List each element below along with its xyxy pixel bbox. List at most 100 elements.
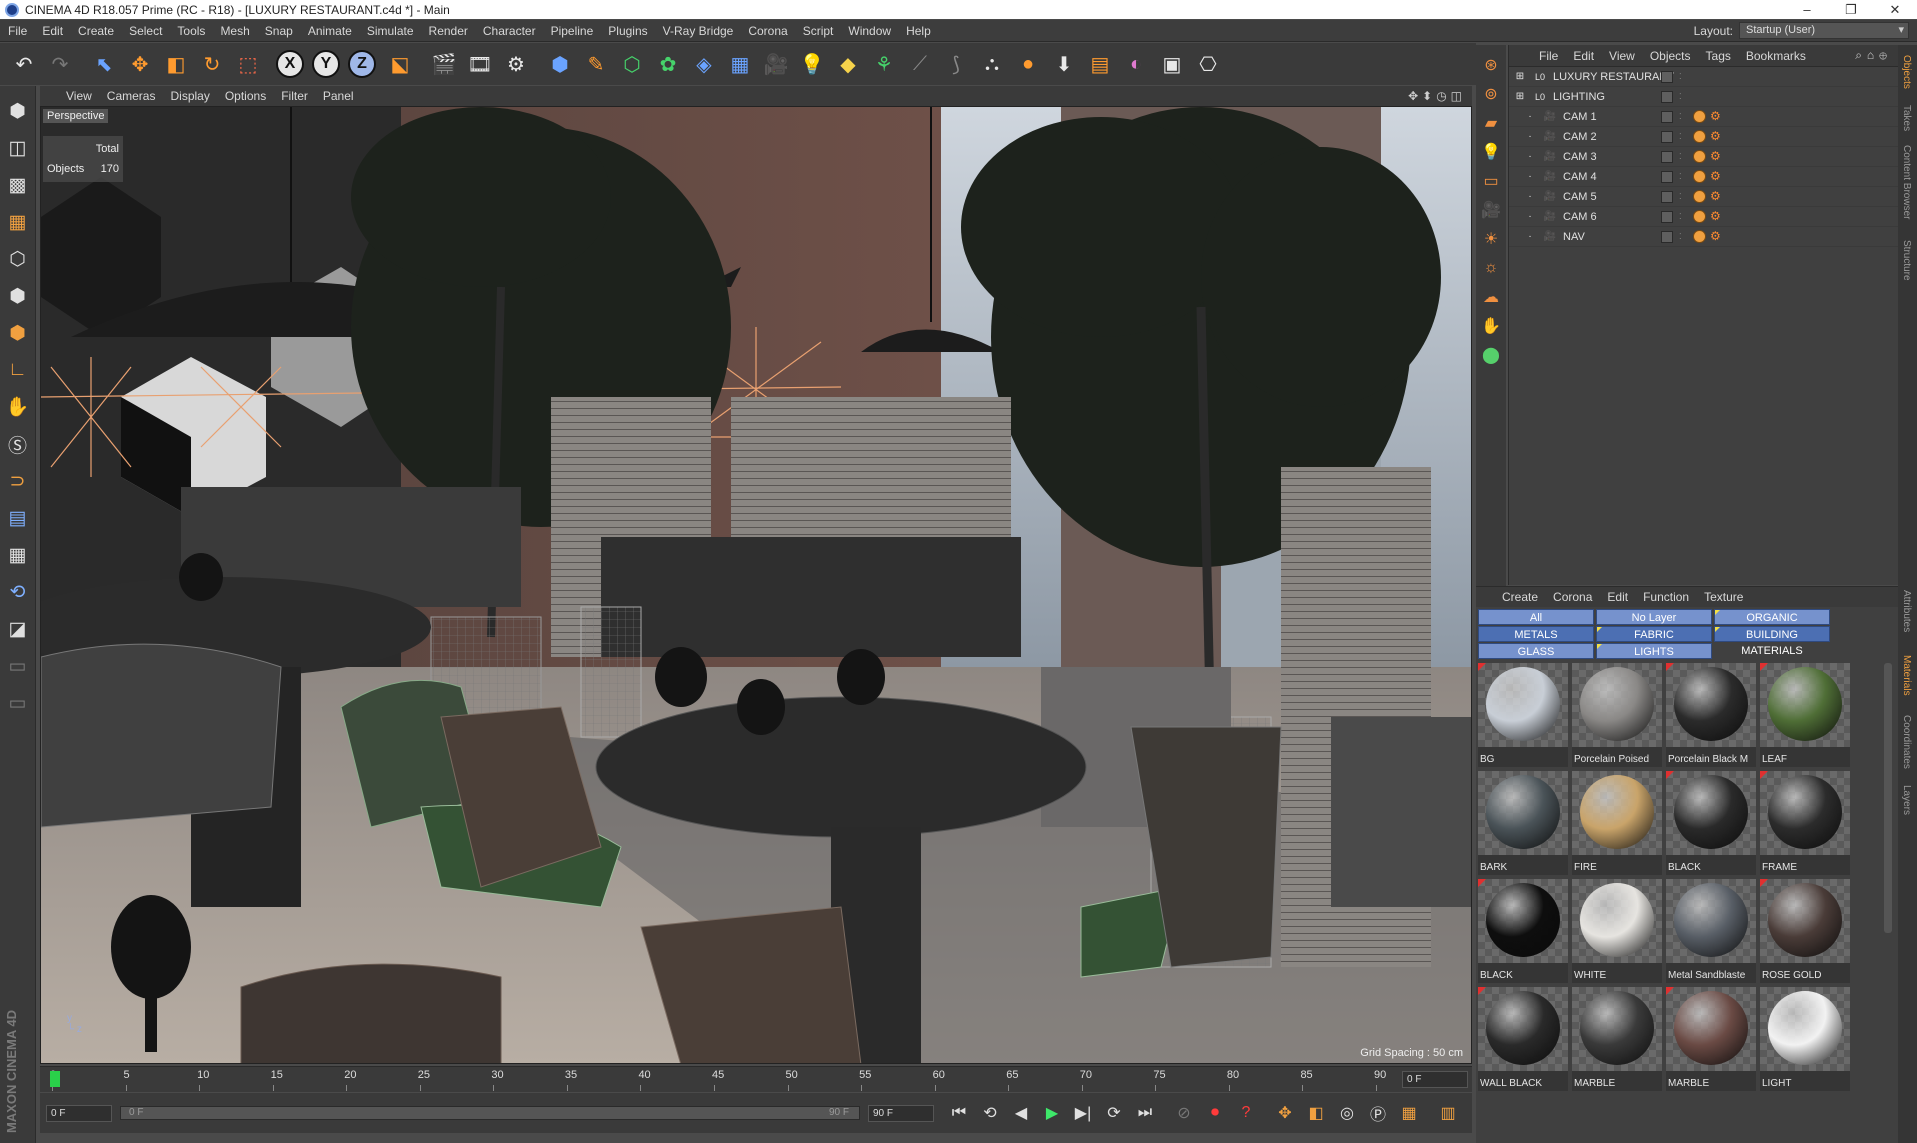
- layout-select[interactable]: Startup (User): [1739, 22, 1909, 39]
- protection-tag-icon[interactable]: [1693, 210, 1706, 223]
- layer-filter-fabric[interactable]: FABRIC: [1596, 626, 1712, 642]
- material-swatch[interactable]: ROSE GOLD: [1760, 879, 1850, 983]
- protection-tag-icon[interactable]: [1693, 230, 1706, 243]
- viewport-menu-view[interactable]: View: [66, 89, 92, 103]
- menu-corona[interactable]: Corona: [748, 24, 787, 38]
- side-tab[interactable]: Structure: [1901, 240, 1912, 281]
- visibility-dots-icon[interactable]: ⁚: [1679, 132, 1687, 141]
- corona-render-icon[interactable]: ⊚: [1479, 82, 1503, 106]
- viewport-camera-label[interactable]: Perspective: [43, 109, 109, 123]
- corona-camera-tag-icon[interactable]: ⚙: [1710, 190, 1724, 203]
- side-tab[interactable]: Content Browser: [1901, 145, 1912, 219]
- snap-icon[interactable]: Ⓢ: [3, 429, 33, 459]
- y-axis-lock-icon[interactable]: Y: [312, 50, 340, 78]
- record-keys-icon[interactable]: ⊘: [1170, 1099, 1198, 1127]
- axis-mode-icon[interactable]: ∟: [3, 355, 33, 385]
- object-name[interactable]: LUXURY RESTAURANT: [1553, 71, 1674, 83]
- material-swatch[interactable]: BLACK: [1478, 879, 1568, 983]
- xpresso-icon[interactable]: ⚘: [868, 48, 900, 80]
- max-time-field[interactable]: 90 F: [868, 1104, 934, 1122]
- live-selection-icon[interactable]: ⬉: [88, 48, 120, 80]
- autokey-icon[interactable]: ?: [1232, 1099, 1260, 1127]
- om-search-home-icons[interactable]: ⌕⌂⊕: [1855, 48, 1892, 63]
- layer-color-swatch[interactable]: [1661, 230, 1673, 243]
- protection-tag-icon[interactable]: [1693, 150, 1706, 163]
- layer-color-swatch[interactable]: [1661, 110, 1673, 123]
- layer-filter-all[interactable]: All: [1478, 609, 1594, 625]
- preview-range-slider[interactable]: 0 F 90 F: [120, 1106, 860, 1120]
- mm-menu-function[interactable]: Function: [1643, 590, 1689, 604]
- object-name[interactable]: CAM 4: [1563, 171, 1597, 183]
- magnet-icon[interactable]: ⊃: [3, 466, 33, 496]
- layer-filter-lights[interactable]: LIGHTS: [1596, 643, 1712, 659]
- material-swatch[interactable]: MARBLE: [1572, 987, 1662, 1091]
- planar-workplane-icon[interactable]: ▭: [3, 688, 33, 718]
- play-icon[interactable]: ▶: [1038, 1099, 1066, 1127]
- protection-tag-icon[interactable]: [1693, 190, 1706, 203]
- visibility-dots-icon[interactable]: ⁚: [1679, 112, 1687, 121]
- material-swatch[interactable]: Metal Sandblaste: [1666, 879, 1756, 983]
- material-swatch[interactable]: BG: [1478, 663, 1568, 767]
- next-frame-icon[interactable]: ▶|: [1069, 1099, 1097, 1127]
- om-menu-tags[interactable]: Tags: [1706, 49, 1731, 63]
- workplane-lock-icon[interactable]: ▤: [3, 503, 33, 533]
- key-parameter-icon[interactable]: Ⓟ: [1364, 1099, 1392, 1127]
- menu-tools[interactable]: Tools: [177, 24, 205, 38]
- viewport-menu-display[interactable]: Display: [170, 89, 209, 103]
- timeline-window-icon[interactable]: ▥: [1434, 1099, 1462, 1127]
- material-swatch[interactable]: LEAF: [1760, 663, 1850, 767]
- previous-key-icon[interactable]: ⟲: [976, 1099, 1004, 1127]
- menu-animate[interactable]: Animate: [308, 24, 352, 38]
- object-row[interactable]: · 🎥 CAM 1 ⁚ ⚙: [1509, 107, 1898, 127]
- layer-color-swatch[interactable]: [1661, 150, 1673, 163]
- visibility-dots-icon[interactable]: ⁚: [1679, 172, 1687, 181]
- om-menu-view[interactable]: View: [1609, 49, 1635, 63]
- material-swatch[interactable]: WHITE: [1572, 879, 1662, 983]
- visibility-dots-icon[interactable]: ⁚: [1679, 232, 1687, 241]
- visibility-dots-icon[interactable]: ⁚: [1679, 72, 1687, 81]
- layer-color-swatch[interactable]: [1661, 170, 1673, 183]
- side-tab[interactable]: Attributes: [1901, 590, 1912, 632]
- camera-icon[interactable]: 🎥: [760, 48, 792, 80]
- move-tool-icon[interactable]: ✥: [124, 48, 156, 80]
- protection-tag-icon[interactable]: [1693, 170, 1706, 183]
- expand-plus-icon[interactable]: ⊞: [1513, 71, 1527, 83]
- material-swatch[interactable]: FRAME: [1760, 771, 1850, 875]
- color-picker-icon[interactable]: ◐: [1120, 48, 1152, 80]
- layer-filter-glass[interactable]: GLASS: [1478, 643, 1594, 659]
- object-row[interactable]: · 🎥 NAV ⁚ ⚙: [1509, 227, 1898, 247]
- corona-camera-tag-icon[interactable]: ⚙: [1710, 110, 1724, 123]
- light-icon[interactable]: 💡: [796, 48, 828, 80]
- om-menu-edit[interactable]: Edit: [1573, 49, 1594, 63]
- corona-camera-tag-icon[interactable]: ⚙: [1710, 230, 1724, 243]
- deformer-icon[interactable]: ◈: [688, 48, 720, 80]
- menu-file[interactable]: File: [8, 24, 27, 38]
- visibility-dots-icon[interactable]: ⁚: [1679, 92, 1687, 101]
- mm-menu-create[interactable]: Create: [1502, 590, 1538, 604]
- menu-create[interactable]: Create: [78, 24, 114, 38]
- x-axis-lock-icon[interactable]: X: [276, 50, 304, 78]
- layer-filter-building-materials[interactable]: BUILDING MATERIALS: [1714, 626, 1830, 657]
- layer-color-swatch[interactable]: [1661, 190, 1673, 203]
- menu-pipeline[interactable]: Pipeline: [551, 24, 594, 38]
- points-mode-icon[interactable]: ⬡: [3, 244, 33, 274]
- corona-camera-tag-icon[interactable]: ⚙: [1710, 210, 1724, 223]
- viewport-menu-cameras[interactable]: Cameras: [107, 89, 156, 103]
- mm-menu-texture[interactable]: Texture: [1704, 590, 1743, 604]
- protection-tag-icon[interactable]: [1693, 110, 1706, 123]
- object-name[interactable]: CAM 2: [1563, 131, 1597, 143]
- next-key-icon[interactable]: ⟳: [1100, 1099, 1128, 1127]
- key-pla-icon[interactable]: ▦: [1395, 1099, 1423, 1127]
- make-editable-icon[interactable]: ⬢: [3, 96, 33, 126]
- menu-help[interactable]: Help: [906, 24, 931, 38]
- undo-icon[interactable]: ↶: [8, 48, 40, 80]
- close-icon[interactable]: ✕: [1873, 2, 1917, 18]
- viewport-perspective[interactable]: Perspective Total Objects 170 y └ z Grid …: [40, 106, 1472, 1064]
- key-scale-icon[interactable]: ◧: [1302, 1099, 1330, 1127]
- mm-menu-corona[interactable]: Corona: [1553, 590, 1592, 604]
- corona-proxy-icon[interactable]: ⬇: [1048, 48, 1080, 80]
- record-active-icon[interactable]: ⏺: [1201, 1099, 1229, 1127]
- side-tab[interactable]: Layers: [1901, 785, 1912, 815]
- key-rotation-icon[interactable]: ◎: [1333, 1099, 1361, 1127]
- layer-icon[interactable]: ◆: [832, 48, 864, 80]
